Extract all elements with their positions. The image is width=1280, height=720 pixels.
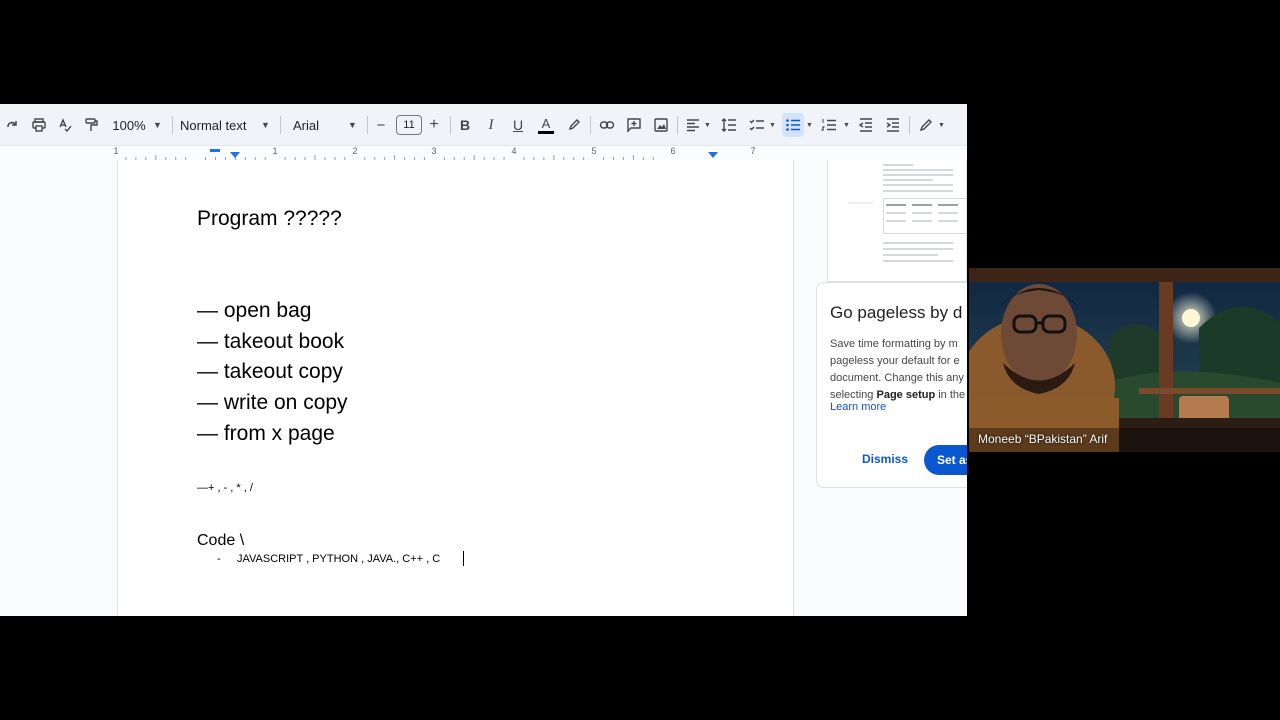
insert-image-icon[interactable] — [651, 113, 671, 137]
redo-icon[interactable] — [4, 113, 20, 137]
list-item: — from x page — [197, 422, 335, 445]
ruler-number: 5 — [591, 146, 597, 156]
chevron-down-icon[interactable]: ▼ — [769, 113, 776, 137]
chevron-down-icon[interactable]: ▼ — [704, 113, 711, 137]
promo-text-line: document. Change this any — [830, 372, 964, 384]
toolbar-divider — [172, 116, 173, 134]
toolbar-divider — [677, 116, 678, 134]
ruler-number: 7 — [750, 146, 756, 156]
toolbar-divider — [280, 116, 281, 134]
chevron-down-icon[interactable]: ▼ — [843, 113, 850, 137]
side-panel: Go pageless by d Save time formatting by… — [815, 160, 967, 616]
chevron-down-icon[interactable]: ▼ — [261, 113, 270, 137]
edit-mode-pencil-icon[interactable] — [916, 113, 936, 137]
text-color-swatch — [538, 130, 554, 134]
learn-more-link[interactable]: Learn more — [830, 401, 886, 413]
promo-title: Go pageless by d — [830, 303, 963, 322]
bold-button[interactable]: B — [457, 113, 473, 137]
highlight-pen-icon[interactable] — [565, 113, 583, 137]
increase-font-size-button[interactable]: + — [427, 113, 441, 137]
text-color-letter: A — [541, 115, 551, 131]
toolbar-divider — [909, 116, 910, 134]
add-comment-icon[interactable] — [624, 113, 644, 137]
underline-button[interactable]: U — [510, 113, 526, 137]
numbered-list-icon[interactable] — [819, 113, 839, 137]
webcam-video-feed — [969, 268, 1280, 452]
pageless-promo-card: Go pageless by d Save time formatting by… — [816, 282, 967, 488]
italic-button[interactable]: I — [483, 113, 499, 137]
ruler-number: 4 — [511, 146, 517, 156]
promo-text-line: selecting Page setup in the — [830, 389, 965, 401]
right-indent-marker[interactable] — [708, 152, 718, 158]
participant-name-label: Moneeb “BPakistan” Arif — [978, 432, 1108, 446]
promo-text: selecting — [830, 389, 877, 401]
align-left-icon[interactable] — [683, 113, 703, 137]
page-setup-bold-text: Page setup — [876, 389, 936, 401]
document-heading: Program ????? — [197, 207, 342, 230]
promo-text-line: pageless your default for e — [830, 355, 960, 367]
toolbar-divider — [367, 116, 368, 134]
font-family-select[interactable]: Arial — [293, 113, 333, 137]
text-color-button[interactable]: A — [536, 113, 556, 137]
webcam-video-tile: Moneeb “BPakistan” Arif — [969, 268, 1280, 452]
text-cursor — [463, 551, 464, 566]
list-item: — open bag — [197, 299, 312, 322]
dismiss-button[interactable]: Dismiss — [862, 452, 908, 466]
chevron-down-icon[interactable]: ▼ — [348, 113, 357, 137]
link-icon[interactable] — [597, 113, 617, 137]
list-item: — write on copy — [197, 391, 348, 414]
chevron-down-icon[interactable]: ▼ — [153, 113, 162, 137]
decrease-indent-icon[interactable] — [856, 113, 876, 137]
promo-text: in the — [935, 389, 966, 401]
decrease-font-size-button[interactable]: − — [374, 113, 388, 137]
chevron-down-icon[interactable]: ▼ — [806, 113, 813, 137]
checklist-icon[interactable] — [747, 113, 767, 137]
set-as-default-button[interactable]: Set as — [924, 445, 967, 475]
code-heading: Code \ — [197, 532, 245, 549]
ruler-number: 3 — [431, 146, 437, 156]
bulleted-list-icon[interactable] — [782, 113, 804, 137]
print-icon[interactable] — [29, 113, 49, 137]
promo-text-line: Save time formatting by m — [830, 338, 958, 350]
toolbar-divider — [450, 116, 451, 134]
zoom-select[interactable]: 100% — [111, 113, 147, 137]
google-docs-window: 100% ▼ Normal text ▼ Arial ▼ − 11 + B I … — [0, 104, 967, 616]
first-line-indent-marker[interactable] — [210, 149, 220, 152]
ruler-number: 6 — [670, 146, 676, 156]
ruler-number: 2 — [352, 146, 358, 156]
pageless-preview-thumbnail — [827, 160, 967, 282]
languages-list-item: JAVASCRIPT , PYTHON , JAVA., C++ , C — [237, 553, 441, 565]
paint-format-icon[interactable] — [81, 113, 101, 137]
ruler-number: 1 — [272, 146, 278, 156]
list-dash: - — [217, 553, 221, 565]
font-size-input[interactable]: 11 — [396, 115, 422, 135]
ruler-number: 1 — [113, 146, 119, 156]
paragraph-style-select[interactable]: Normal text — [180, 113, 256, 137]
chevron-down-icon[interactable]: ▼ — [938, 113, 945, 137]
docs-toolbar: 100% ▼ Normal text ▼ Arial ▼ − 11 + B I … — [0, 104, 967, 146]
list-item: — takeout book — [197, 330, 345, 353]
increase-indent-icon[interactable] — [883, 113, 903, 137]
document-page[interactable]: Program ????? — open bag — takeout book … — [117, 160, 794, 616]
toolbar-divider — [590, 116, 591, 134]
list-item: — takeout copy — [197, 360, 343, 383]
line-spacing-icon[interactable] — [719, 113, 739, 137]
left-indent-marker[interactable] — [230, 152, 240, 158]
spellcheck-icon[interactable] — [55, 113, 75, 137]
operators-line: —+ , - , * , / — [197, 482, 253, 494]
